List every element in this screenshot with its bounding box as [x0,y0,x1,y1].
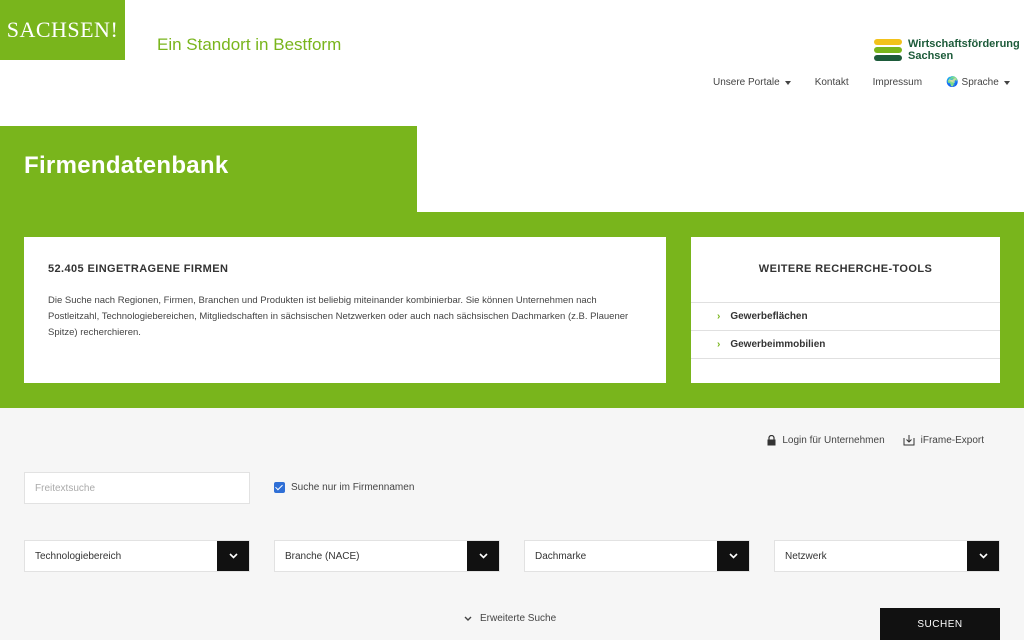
login-label: Login für Unternehmen [782,434,885,446]
tools-heading: WEITERE RECHERCHE-TOOLS [691,237,1000,303]
checkbox-checked-icon[interactable] [274,482,285,493]
nav-impressum[interactable]: Impressum [873,77,922,88]
intro-text: Die Suche nach Regionen, Firmen, Branche… [48,295,629,338]
page-title: Firmendatenbank [24,152,229,179]
select-value: Dachmarke [535,550,587,562]
dropdown-button[interactable] [217,541,249,571]
lock-icon [767,434,776,445]
select-technologiebereich[interactable]: Technologiebereich [24,540,250,572]
export-label: iFrame-Export [920,434,984,446]
tool-link-gewerbeimmobilien[interactable]: › Gewerbeimmobilien [691,331,1000,359]
tool-link-gewerbeflaechen[interactable]: › Gewerbeflächen [691,303,1000,331]
chevron-right-icon: › [717,339,721,350]
advanced-search-toggle[interactable]: Erweiterte Suche [464,613,556,624]
iframe-export-link[interactable]: iFrame-Export [903,434,984,446]
dropdown-button[interactable] [717,541,749,571]
advanced-search-label: Erweiterte Suche [480,613,557,624]
chevron-down-icon [728,553,738,559]
company-name-only-checkbox[interactable]: Suche nur im Firmennamen [274,482,414,493]
nav-label: Sprache [961,77,999,88]
nav-sprache[interactable]: 🌍 Sprache [946,77,1010,88]
intro-heading: 52.405 EINGETRAGENE FIRMEN [48,263,229,275]
wirtschaftsfoerderung-logo[interactable]: Wirtschaftsförderung Sachsen [874,38,1020,62]
select-value: Netzwerk [785,550,827,562]
sachsen-logo[interactable]: SACHSEN! [0,0,125,60]
download-icon [903,435,915,446]
tool-link-label: Gewerbeimmobilien [730,339,826,350]
search-button[interactable]: SUCHEN [880,608,1000,640]
nav-label: Unsere Portale [713,77,780,88]
select-dachmarke[interactable]: Dachmarke [524,540,750,572]
select-value: Branche (NACE) [285,550,360,562]
brand-line-2: Sachsen [908,50,954,62]
select-branche[interactable]: Branche (NACE) [274,540,500,572]
dropdown-button[interactable] [967,541,999,571]
globe-icon: 🌍 [946,77,959,88]
page-title-block: Firmendatenbank [0,126,417,213]
utility-links: Login für Unternehmen iFrame-Export [749,434,984,446]
caret-down-icon [784,80,791,85]
brand-line-1: Wirtschaftsförderung [908,38,1020,50]
chevron-right-icon: › [717,311,721,322]
login-link[interactable]: Login für Unternehmen [767,434,885,446]
chevron-down-icon [978,553,988,559]
nav-unsere-portale[interactable]: Unsere Portale [713,77,791,88]
top-navigation: Unsere Portale Kontakt Impressum 🌍 Sprac… [713,77,1010,88]
wfs-logo-icon [874,39,902,61]
intro-card: 52.405 EINGETRAGENE FIRMEN Die Suche nac… [24,237,666,383]
nav-label: Kontakt [814,77,849,88]
chevron-down-icon [464,616,472,621]
dropdown-button[interactable] [467,541,499,571]
nav-kontakt[interactable]: Kontakt [815,77,849,88]
tagline: Ein Standort in Bestform [157,35,342,54]
nav-label: Impressum [872,77,923,88]
chevron-down-icon [228,553,238,559]
select-netzwerk[interactable]: Netzwerk [774,540,1000,572]
tool-link-label: Gewerbeflächen [730,311,808,322]
checkbox-label: Suche nur im Firmennamen [291,482,415,493]
caret-down-icon [1003,80,1010,85]
tools-card: WEITERE RECHERCHE-TOOLS › Gewerbeflächen… [691,237,1000,383]
select-value: Technologiebereich [35,550,122,562]
chevron-down-icon [478,553,488,559]
freetext-search-input[interactable] [24,472,250,504]
